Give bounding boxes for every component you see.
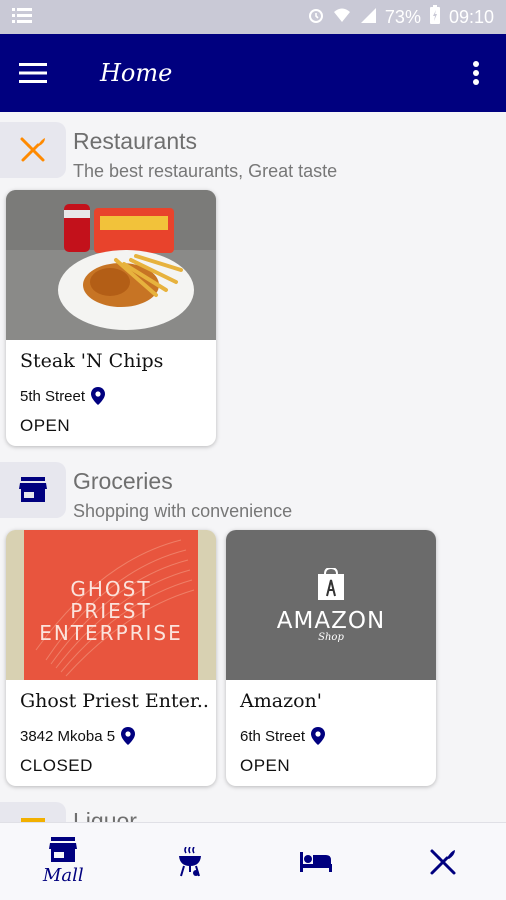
location-pin-icon bbox=[91, 387, 106, 405]
store-icon bbox=[19, 477, 47, 502]
section-liquor: Liquor bbox=[0, 792, 506, 822]
address-text: 6th Street bbox=[240, 727, 306, 745]
nav-hotel[interactable] bbox=[253, 823, 380, 900]
section-subtitle: The best restaurants, Great taste bbox=[73, 161, 338, 181]
battery-icon bbox=[429, 4, 441, 30]
nav-label: Mall bbox=[42, 865, 84, 886]
store-address: 6th Street bbox=[240, 727, 326, 745]
grill-icon bbox=[178, 846, 201, 876]
section-groceries: Groceries Shopping with convenience bbox=[0, 452, 506, 521]
store-card-ghost-priest[interactable]: GHOST PRIEST ENTERPRISE Ghost Priest Ent… bbox=[6, 530, 216, 786]
store-name: Steak 'N Chips bbox=[20, 350, 164, 372]
section-title: Restaurants bbox=[73, 128, 198, 154]
store-name: Ghost Priest Enter.. bbox=[20, 690, 209, 712]
more-options-button[interactable] bbox=[446, 34, 506, 112]
hamburger-icon bbox=[19, 63, 47, 83]
home-content[interactable]: Restaurants The best restaurants, Great … bbox=[0, 112, 506, 822]
bottom-navigation: Mall bbox=[0, 822, 506, 900]
groceries-section-icon bbox=[0, 462, 66, 518]
address-text: 3842 Mkoba 5 bbox=[20, 727, 116, 745]
image-text-line: PRIEST bbox=[70, 599, 152, 623]
signal-icon bbox=[359, 6, 377, 29]
location-pin-icon bbox=[121, 727, 136, 745]
wifi-icon bbox=[333, 6, 351, 29]
app-bar: Home bbox=[0, 34, 506, 112]
store-icon bbox=[49, 837, 78, 862]
store-address: 3842 Mkoba 5 bbox=[20, 727, 136, 745]
liquor-section-icon bbox=[0, 802, 66, 822]
image-text-line: ENTERPRISE bbox=[39, 621, 183, 645]
address-text: 5th Street bbox=[20, 387, 86, 405]
image-brand-text: AMAZON Shop bbox=[226, 608, 436, 643]
restaurants-section-icon bbox=[0, 122, 66, 178]
fork-knife-icon bbox=[430, 849, 456, 874]
store-status: OPEN bbox=[20, 416, 71, 435]
fork-knife-icon bbox=[20, 137, 45, 162]
image-brand-text: GHOST PRIEST ENTERPRISE bbox=[24, 578, 198, 644]
image-text-line: GHOST bbox=[70, 577, 152, 601]
section-title: Groceries bbox=[73, 468, 173, 494]
store-card-steak-n-chips[interactable]: Steak 'N Chips 5th Street OPEN bbox=[6, 190, 216, 446]
shopping-bag-icon bbox=[318, 568, 344, 600]
section-title: Liquor bbox=[73, 808, 137, 822]
bed-icon bbox=[300, 851, 333, 872]
store-status: OPEN bbox=[240, 756, 291, 775]
nav-mall[interactable]: Mall bbox=[0, 823, 127, 900]
store-name: Amazon' bbox=[240, 690, 322, 712]
location-pin-icon bbox=[311, 727, 326, 745]
image-text-line: Shop bbox=[318, 632, 344, 643]
clock: 09:10 bbox=[448, 6, 494, 27]
nav-restaurants[interactable] bbox=[380, 823, 506, 900]
page-title: Home bbox=[100, 59, 173, 87]
store-image: AMAZON Shop bbox=[226, 530, 436, 680]
nav-grill[interactable] bbox=[127, 823, 254, 900]
more-vert-icon bbox=[473, 61, 479, 85]
store-address: 5th Street bbox=[20, 387, 106, 405]
menu-button[interactable] bbox=[0, 34, 66, 112]
battery-percent: 73% bbox=[384, 6, 421, 27]
store-status: CLOSED bbox=[20, 756, 93, 775]
store-card-amazon[interactable]: AMAZON Shop Amazon' 6th Street OPEN bbox=[226, 530, 436, 786]
store-image: GHOST PRIEST ENTERPRISE bbox=[6, 530, 216, 680]
liquor-icon bbox=[21, 818, 45, 822]
image-text-line: AMAZON bbox=[276, 608, 386, 634]
section-restaurants: Restaurants The best restaurants, Great … bbox=[0, 112, 506, 181]
alarm-icon bbox=[307, 6, 325, 29]
store-image bbox=[6, 190, 216, 340]
section-subtitle: Shopping with convenience bbox=[73, 501, 293, 521]
notification-icon bbox=[12, 6, 32, 29]
status-bar: 73% 09:10 bbox=[0, 0, 506, 34]
